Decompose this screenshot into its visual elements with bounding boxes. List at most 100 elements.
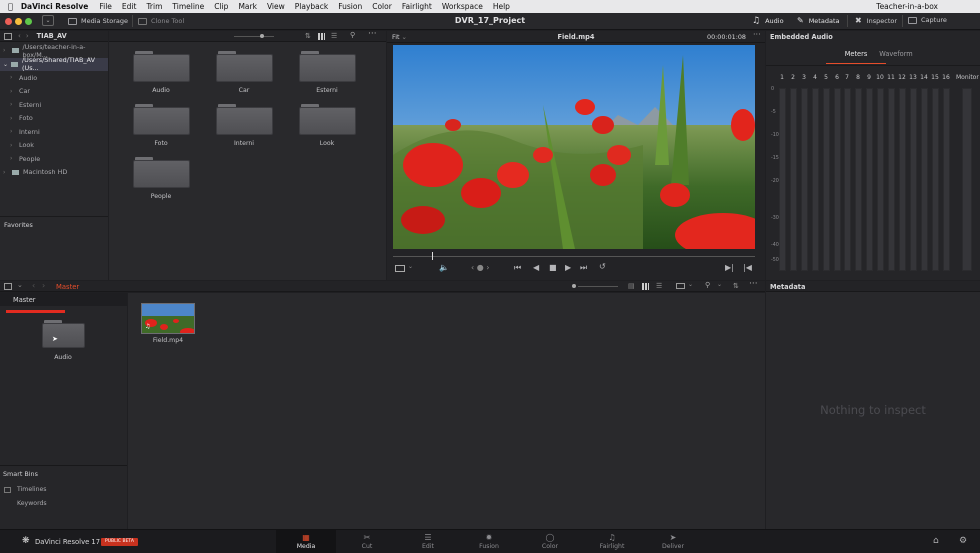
sort-icon[interactable]: ⇅ [305,32,311,40]
media-storage-button[interactable]: Media Storage [68,17,128,25]
list-view-icon[interactable]: ☰ [656,282,662,290]
workspace-dropdown-icon[interactable]: ⌄ [42,15,54,26]
back-arrow-icon[interactable]: ‹ [32,281,35,290]
volume-shared-tiab[interactable]: ⌄ /Users/Shared/TIAB_AV (Us... [0,56,108,72]
menu-playback[interactable]: Playback [295,2,328,11]
video-frame[interactable] [393,45,755,249]
page-tab-color[interactable]: ◯ Color [520,530,580,553]
tree-item-foto[interactable]: › Foto [0,112,108,126]
thumbnail-mode-icon[interactable] [676,283,685,289]
list-view-icon[interactable]: ☰ [331,32,337,40]
mark-out-icon[interactable]: |◀ [743,263,752,272]
tree-item-esterni[interactable]: › Esterni [0,98,108,112]
app-menu[interactable]: DaVinci Resolve [21,2,89,11]
search-icon[interactable]: ⚲ [350,31,355,39]
timeline-scrubber[interactable] [393,256,755,257]
search-icon[interactable]: ⚲ [705,281,710,289]
inspector-button[interactable]: ✖ Inspector [855,16,897,25]
menu-help[interactable]: Help [493,2,510,11]
zoom-slider-handle[interactable] [260,34,264,38]
smart-bin-timelines[interactable]: Timelines [4,486,47,493]
apple-icon[interactable]:  [8,2,13,11]
page-tab-deliver[interactable]: ➤ Deliver [643,530,703,553]
audio-button[interactable]: ♫ Audio [752,16,784,26]
sidebar-toggle-icon[interactable] [4,283,12,290]
go-to-start-icon[interactable]: ⏮ [514,263,521,273]
stop-icon[interactable]: ■ [549,263,557,272]
tree-item-interni[interactable]: › Interni [0,125,108,139]
folder-car[interactable] [216,51,273,82]
volume-macintosh-hd[interactable]: › Macintosh HD [0,166,108,180]
menu-edit[interactable]: Edit [122,2,137,11]
more-options-icon[interactable]: ··· [749,279,758,289]
forward-arrow-icon[interactable]: › [42,281,45,290]
bin-folder-audio[interactable] [42,320,85,348]
capture-button[interactable]: Capture [908,16,947,24]
more-options-icon[interactable]: ··· [753,30,761,39]
smart-bin-keywords[interactable]: Keywords [17,500,47,507]
bin-master-row[interactable]: Master [0,293,127,306]
grid-view-icon[interactable] [318,33,325,40]
clone-tool-button[interactable]: Clone Tool [138,17,184,25]
folder-foto[interactable] [133,104,190,135]
close-window-icon[interactable] [5,18,12,25]
chevron-right-icon: › [10,74,13,82]
menu-fusion[interactable]: Fusion [338,2,362,11]
page-tab-media[interactable]: ▦ Media [276,530,336,553]
minimize-window-icon[interactable] [15,18,22,25]
play-icon[interactable]: ▶ [565,263,571,272]
menu-trim[interactable]: Trim [146,2,162,11]
more-options-icon[interactable]: ··· [368,29,377,39]
fullscreen-window-icon[interactable] [25,18,32,25]
tab-waveform[interactable]: Waveform [866,44,926,64]
chevron-down-icon[interactable]: ⌄ [688,281,693,288]
tree-item-car[interactable]: › Car [0,85,108,99]
tree-item-audio[interactable]: › Audio [0,71,108,85]
menu-color[interactable]: Color [372,2,392,11]
go-to-end-icon[interactable]: ⏭ [580,263,587,273]
metadata-button[interactable]: ✎ Metadata [797,16,839,25]
loop-icon[interactable]: ↺ [599,262,606,271]
user-name[interactable]: Teacher-in-a-box [876,2,938,11]
page-tab-fairlight[interactable]: ♫ Fairlight [582,530,642,553]
sort-icon[interactable]: ⇅ [733,282,739,290]
jog-control-icon[interactable]: ‹ ● › [471,263,489,272]
playhead[interactable] [432,252,433,260]
menu-workspace[interactable]: Workspace [442,2,483,11]
folder-people[interactable] [133,157,190,188]
page-tab-edit[interactable]: ☰ Edit [398,530,458,553]
sidebar-toggle-icon[interactable] [4,32,12,40]
meter-channel-label: 12 [898,74,906,81]
menu-timeline[interactable]: Timeline [172,2,204,11]
metadata-view-icon[interactable]: ▤ [628,283,635,290]
folder-esterni[interactable] [299,51,356,82]
clip-thumbnail[interactable]: ♫ [141,303,195,334]
tree-item-look[interactable]: › Look [0,139,108,153]
menu-file[interactable]: File [99,2,112,11]
home-icon[interactable]: ⌂ [933,536,939,546]
zoom-slider-track[interactable] [578,286,618,287]
menu-fairlight[interactable]: Fairlight [402,2,432,11]
settings-gear-icon[interactable]: ⚙ [959,536,967,546]
chevron-down-icon[interactable]: ⌄ [17,281,23,289]
menu-clip[interactable]: Clip [214,2,228,11]
forward-arrow-icon[interactable]: › [26,32,29,40]
folder-audio[interactable] [133,51,190,82]
zoom-slider-handle[interactable] [572,284,576,288]
play-reverse-icon[interactable]: ◀ [533,263,539,272]
chevron-down-icon[interactable]: ⌄ [408,263,413,270]
folder-interni[interactable] [216,104,273,135]
grid-view-icon[interactable] [642,283,649,290]
mark-in-icon[interactable]: ▶| [725,263,734,272]
chevron-down-icon[interactable]: ⌄ [717,281,722,288]
tree-item-people[interactable]: › People [0,152,108,166]
zoom-slider-track[interactable] [234,36,274,37]
page-tab-cut[interactable]: ✂ Cut [337,530,397,553]
folder-look[interactable] [299,104,356,135]
back-arrow-icon[interactable]: ‹ [18,32,21,40]
volume-icon[interactable]: 🔈 [439,263,449,272]
viewer-mode-icon[interactable] [395,265,405,272]
page-tab-fusion[interactable]: ✹ Fusion [459,530,519,553]
menu-view[interactable]: View [267,2,285,11]
menu-mark[interactable]: Mark [238,2,257,11]
